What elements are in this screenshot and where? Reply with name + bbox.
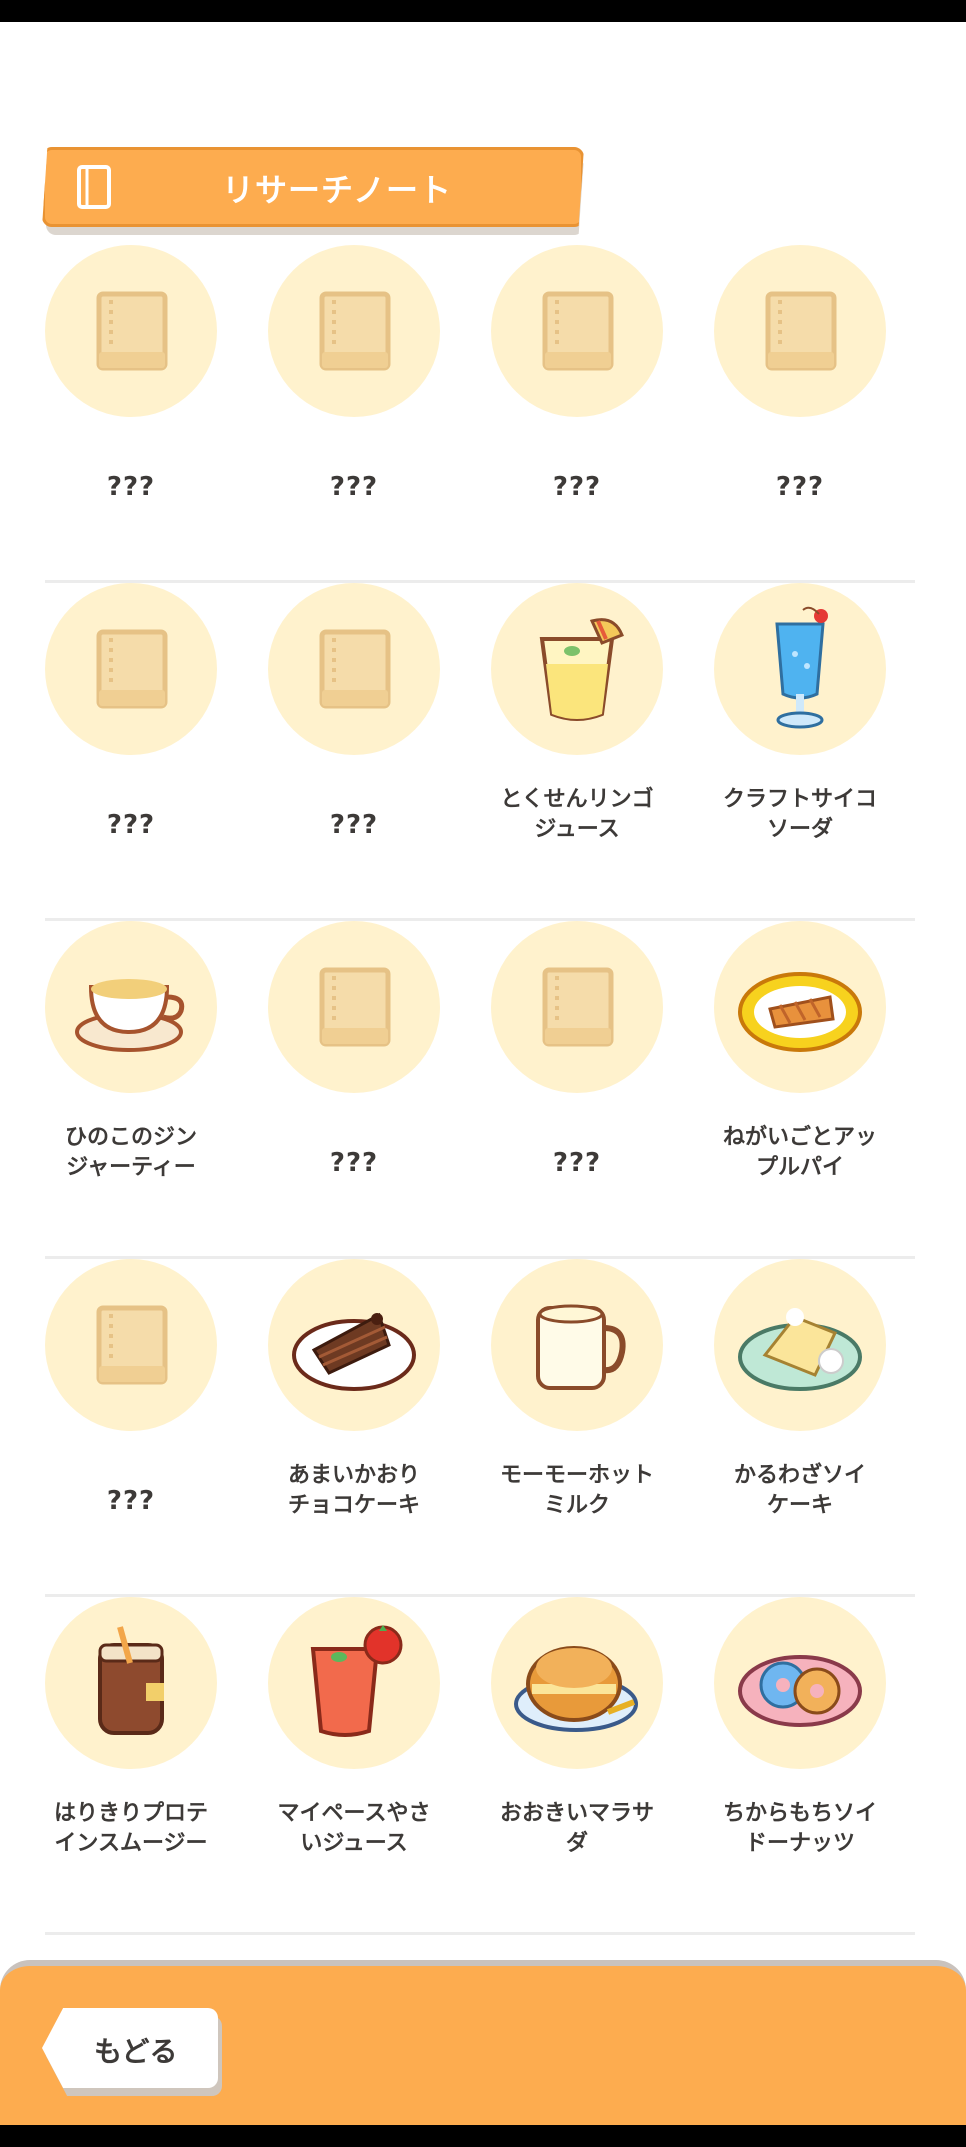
chocolate-cake-icon (268, 1259, 440, 1431)
recipe-name: おおきいマラサ ダ (499, 1801, 654, 1856)
recipe-card[interactable]: ちからもちソイ ドーナッツ (689, 1597, 911, 1897)
recipe-name: ??? (552, 1148, 602, 1178)
recipe-card-locked[interactable]: ??? (466, 921, 688, 1221)
recipe-card-locked[interactable]: ??? (243, 583, 465, 883)
recipe-card[interactable]: とくせんリンゴ ジュース (466, 583, 688, 883)
recipe-card-locked[interactable]: ??? (243, 245, 465, 545)
recipe-name: クラフトサイコ ソーダ (722, 787, 877, 842)
book-icon (491, 245, 663, 417)
book-icon (268, 921, 440, 1093)
apple-pie-icon (714, 921, 886, 1093)
recipe-card-locked[interactable]: ??? (466, 245, 688, 545)
header-ribbon: リサーチノート (42, 147, 584, 235)
book-icon (45, 1259, 217, 1431)
book-icon (268, 245, 440, 417)
recipe-name: あまいかおり チョコケーキ (287, 1463, 420, 1518)
recipe-card-locked[interactable]: ??? (243, 921, 465, 1221)
recipe-name: ??? (106, 1486, 156, 1516)
book-icon (45, 245, 217, 417)
recipe-name: とくせんリンゴ ジュース (500, 787, 654, 842)
soy-cake-icon (714, 1259, 886, 1431)
recipe-name: かるわざソイ ケーキ (733, 1463, 866, 1518)
recipe-card-locked[interactable]: ??? (689, 245, 911, 545)
malasada-icon (491, 1597, 663, 1769)
recipe-name: ??? (329, 472, 379, 502)
recipe-card[interactable]: はりきりプロテ インスムージー (20, 1597, 242, 1897)
status-bar (0, 0, 966, 22)
protein-smoothie-icon (45, 1597, 217, 1769)
recipe-name: はりきりプロテ インスムージー (53, 1801, 208, 1856)
soda-icon (714, 583, 886, 755)
recipe-card-locked[interactable]: ??? (20, 583, 242, 883)
recipe-card[interactable]: モーモーホット ミルク (466, 1259, 688, 1559)
recipe-card-locked[interactable]: ??? (20, 245, 242, 545)
recipe-row: はりきりプロテ インスムージー マイペースやさ いジュース おおきいマラサ ダ … (45, 1597, 915, 1935)
book-icon (491, 921, 663, 1093)
book-icon (714, 245, 886, 417)
recipe-grid: ??? ??? ??? ??? ??? ??? とくせんリンゴ ジュース クラフ… (45, 245, 915, 1935)
recipe-name: ??? (329, 810, 379, 840)
recipe-name: ??? (106, 472, 156, 502)
recipe-name: ねがいごとアッ プルパイ (722, 1125, 877, 1180)
recipe-name: ひのこのジン ジャーティー (64, 1125, 197, 1180)
recipe-card-locked[interactable]: ??? (20, 1259, 242, 1559)
recipe-name: ??? (106, 810, 156, 840)
recipe-name: モーモーホット ミルク (499, 1463, 654, 1518)
recipe-name: ちからもちソイ ドーナッツ (722, 1801, 877, 1856)
recipe-card[interactable]: ねがいごとアッ プルパイ (689, 921, 911, 1221)
recipe-name: ??? (775, 472, 825, 502)
recipe-card[interactable]: あまいかおり チョコケーキ (243, 1259, 465, 1559)
recipe-row: ??? あまいかおり チョコケーキ モーモーホット ミルク かるわざソイ ケーキ (45, 1259, 915, 1597)
recipe-card[interactable]: クラフトサイコ ソーダ (689, 583, 911, 883)
recipe-card[interactable]: マイペースやさ いジュース (243, 1597, 465, 1897)
recipe-row: ??? ??? とくせんリンゴ ジュース クラフトサイコ ソーダ (45, 583, 915, 921)
recipe-name: マイペースやさ いジュース (277, 1801, 431, 1856)
book-icon (268, 583, 440, 755)
apple-juice-icon (491, 583, 663, 755)
recipe-name: ??? (552, 472, 602, 502)
page-title: リサーチノート (222, 171, 453, 209)
recipe-card[interactable]: ひのこのジン ジャーティー (20, 921, 242, 1221)
recipe-card[interactable]: おおきいマラサ ダ (466, 1597, 688, 1897)
recipe-row: ??? ??? ??? ??? (45, 245, 915, 583)
vegetable-juice-icon (268, 1597, 440, 1769)
hot-milk-icon (491, 1259, 663, 1431)
book-icon (76, 165, 112, 213)
back-button-label: もどる (94, 2035, 178, 2068)
back-button[interactable]: もどる (42, 2008, 222, 2096)
book-icon (45, 583, 217, 755)
recipe-name: ??? (329, 1148, 379, 1178)
row-divider (45, 1932, 915, 1935)
navigation-bar (0, 2125, 966, 2147)
soy-donut-icon (714, 1597, 886, 1769)
recipe-card[interactable]: かるわざソイ ケーキ (689, 1259, 911, 1559)
recipe-row: ひのこのジン ジャーティー ??? ??? ねがいごとアッ プルパイ (45, 921, 915, 1259)
ginger-tea-icon (45, 921, 217, 1093)
